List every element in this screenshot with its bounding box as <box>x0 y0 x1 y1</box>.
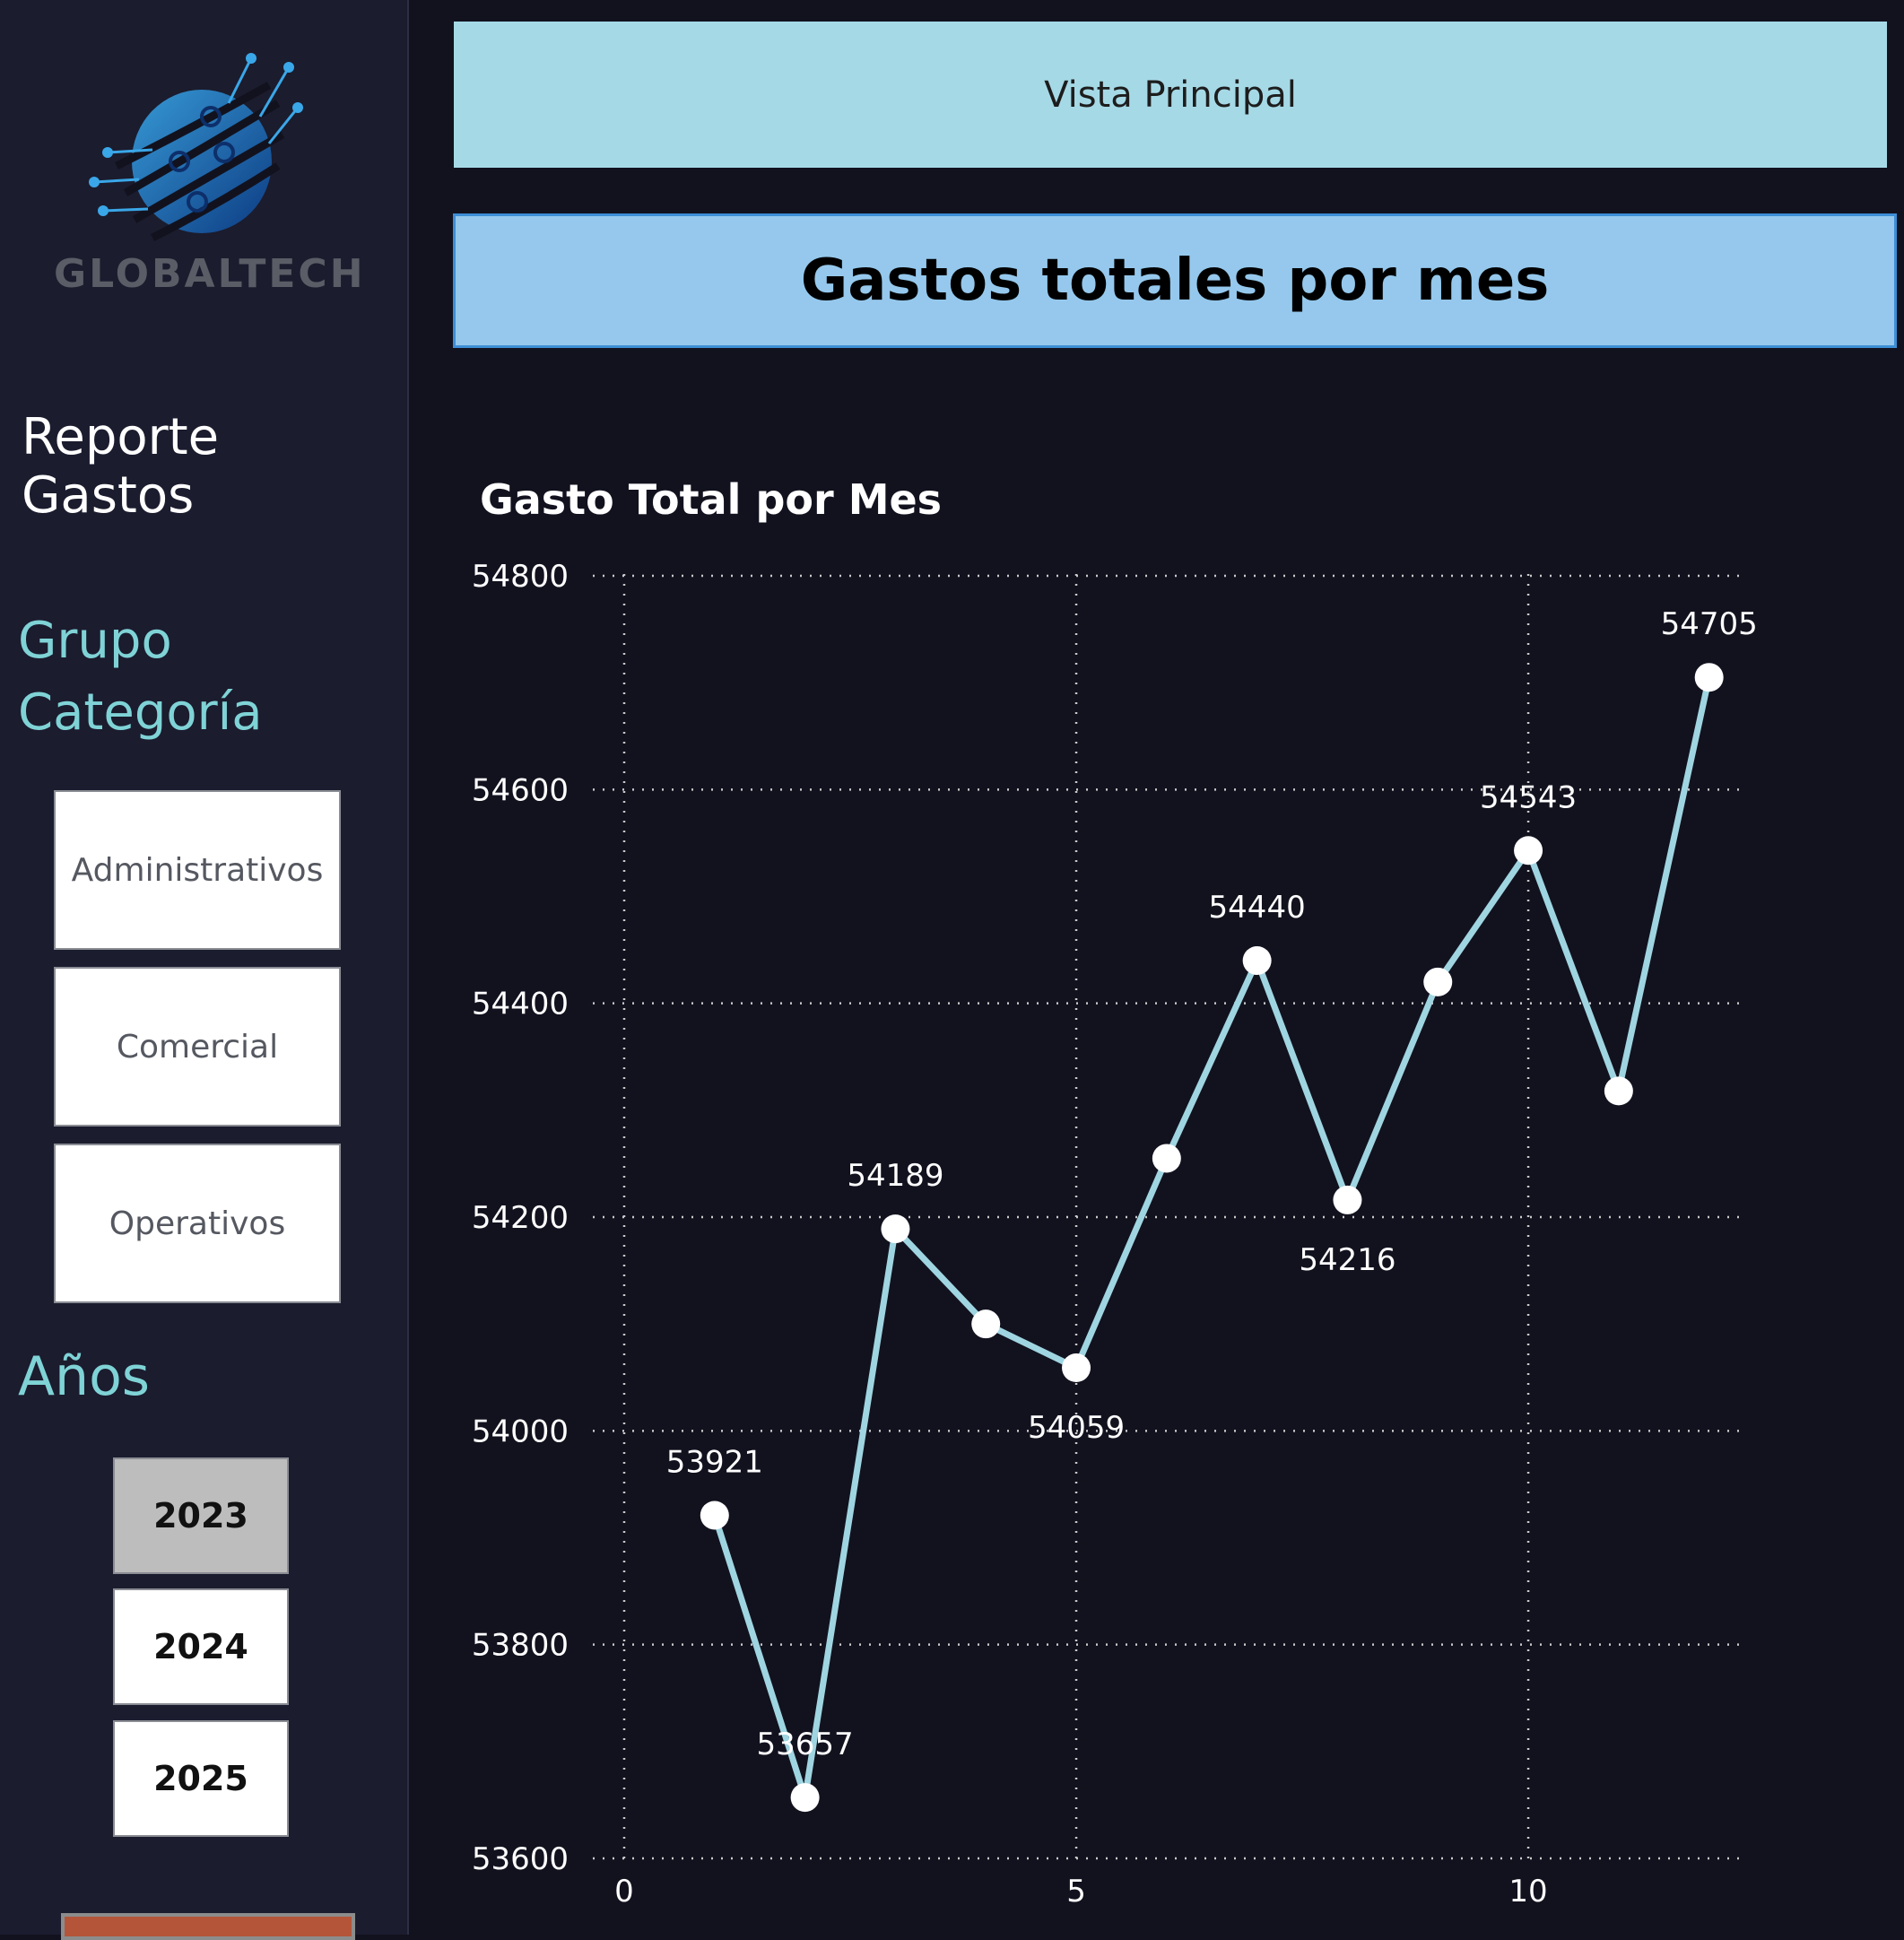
y-tick-label: 54000 <box>472 1414 569 1449</box>
x-tick-label: 5 <box>1066 1874 1086 1910</box>
data-point <box>1604 1076 1633 1106</box>
data-point <box>1423 967 1453 996</box>
year-button-2024[interactable]: 2024 <box>113 1588 289 1705</box>
data-label: 54440 <box>1209 890 1306 926</box>
year-button-2023[interactable]: 2023 <box>113 1457 289 1574</box>
category-button-operativos[interactable]: Operativos <box>54 1144 341 1303</box>
globe-circuit-icon <box>89 53 303 242</box>
y-tick-label: 54600 <box>472 772 569 808</box>
data-label: 53657 <box>757 1727 854 1762</box>
y-tick-label: 54200 <box>472 1200 569 1236</box>
y-tick-label: 54400 <box>472 987 569 1022</box>
group-title-line-1: Grupo <box>18 612 172 670</box>
x-tick-label: 10 <box>1508 1874 1547 1910</box>
y-tick-label: 53800 <box>472 1628 569 1664</box>
data-point <box>881 1214 910 1244</box>
data-point <box>790 1783 820 1813</box>
logo-text: GLOBALTECH <box>54 251 366 297</box>
page-title: Gastos totales por mes <box>453 213 1897 348</box>
series-line <box>711 676 1713 1801</box>
data-point <box>1062 1353 1091 1383</box>
y-tick-label: 54800 <box>472 559 569 595</box>
year-button-2025[interactable]: 2025 <box>113 1720 289 1837</box>
data-label: 54216 <box>1299 1242 1395 1278</box>
line-chart: 53600 53800 54000 54200 54400 54600 54800 0 5 10 5… <box>472 559 1758 1910</box>
x-tick-label: 0 <box>614 1874 634 1910</box>
data-point <box>1694 663 1724 692</box>
category-button-comercial[interactable]: Comercial <box>54 967 341 1127</box>
data-label: 54189 <box>847 1158 943 1194</box>
data-point <box>700 1501 729 1530</box>
group-title-line-2: Categoría <box>18 683 263 742</box>
years-title: Años <box>18 1345 151 1408</box>
data-point <box>1333 1185 1362 1214</box>
data-label: 54059 <box>1028 1410 1125 1446</box>
data-point <box>1242 946 1272 975</box>
data-point <box>971 1309 1001 1339</box>
bottom-action-button[interactable] <box>61 1913 355 1940</box>
y-tick-label: 53600 <box>472 1841 569 1877</box>
data-label: 54543 <box>1480 779 1577 815</box>
main-view-button[interactable]: Vista Principal <box>454 22 1887 168</box>
data-point <box>1152 1144 1181 1173</box>
report-title: Reporte Gastos <box>22 408 220 525</box>
category-button-administrativos[interactable]: Administrativos <box>54 790 341 950</box>
data-label: 53921 <box>666 1444 763 1480</box>
globaltech-logo: GLOBALTECH <box>54 49 366 309</box>
data-point <box>1514 836 1543 866</box>
sidebar: GLOBALTECH Reporte Gastos Grupo Categorí… <box>0 0 409 1940</box>
data-label: 54705 <box>1661 606 1758 642</box>
